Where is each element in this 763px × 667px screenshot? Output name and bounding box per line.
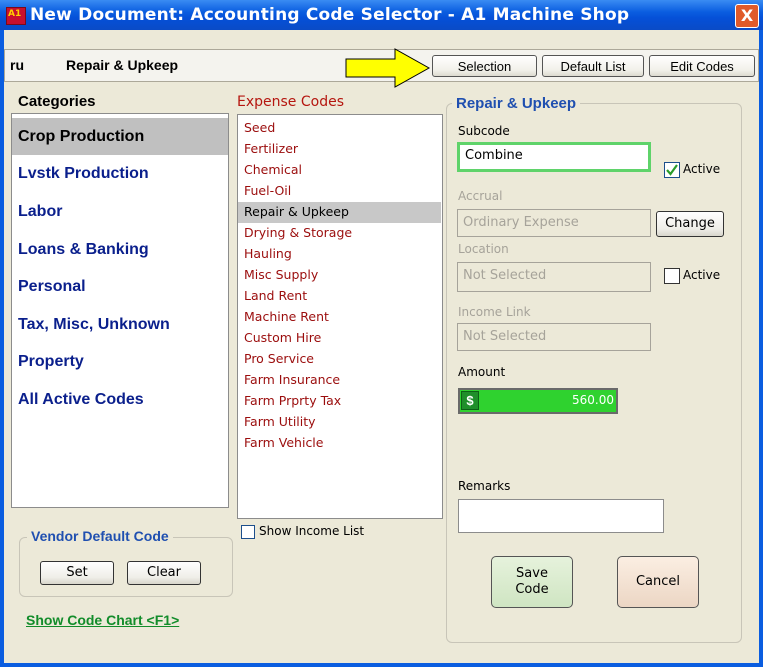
amount-label: Amount	[458, 365, 506, 379]
dollar-icon: $	[461, 391, 479, 410]
clear-button[interactable]: Clear	[127, 561, 201, 585]
categories-heading: Categories	[18, 93, 96, 110]
show-income-checkbox[interactable]	[241, 525, 255, 539]
expense-code-item[interactable]: Chemical	[238, 160, 441, 181]
expense-codes-heading: Expense Codes	[237, 94, 344, 110]
current-code-label: Repair & Upkeep	[66, 57, 179, 73]
save-code-button[interactable]: Save Code	[491, 556, 573, 608]
default-list-button[interactable]: Default List	[542, 55, 644, 77]
expense-code-item[interactable]: Custom Hire	[238, 328, 441, 349]
expense-code-item[interactable]: Farm Prprty Tax	[238, 391, 441, 412]
current-code: ru	[10, 57, 24, 73]
location-label: Location	[458, 242, 509, 256]
expense-code-item[interactable]: Drying & Storage	[238, 223, 441, 244]
expense-code-item[interactable]: Farm Utility	[238, 412, 441, 433]
set-button[interactable]: Set	[40, 561, 114, 585]
close-icon[interactable]: X	[735, 4, 759, 28]
amount-value: 560.00	[572, 393, 614, 407]
expense-code-item[interactable]: Fuel-Oil	[238, 181, 441, 202]
show-income-label: Show Income List	[259, 524, 365, 538]
location-active-checkbox[interactable]	[664, 268, 680, 284]
detail-title: Repair & Upkeep	[452, 95, 581, 112]
expense-code-item[interactable]: Land Rent	[238, 286, 441, 307]
category-item[interactable]: Loans & Banking	[12, 231, 228, 268]
expense-code-item[interactable]: Repair & Upkeep	[238, 202, 441, 223]
save-code-line1: Save	[516, 566, 548, 581]
arrow-right-icon	[345, 48, 431, 88]
location-active-label: Active	[683, 268, 721, 282]
category-item[interactable]: Labor	[12, 193, 228, 230]
window-title: New Document: Accounting Code Selector -…	[30, 5, 630, 25]
remarks-label: Remarks	[458, 479, 511, 493]
subcode-field[interactable]: Combine	[457, 142, 651, 172]
expense-code-item[interactable]: Farm Insurance	[238, 370, 441, 391]
category-item[interactable]: Personal	[12, 268, 228, 305]
category-item[interactable]: Crop Production	[12, 118, 228, 155]
cancel-button[interactable]: Cancel	[617, 556, 699, 608]
remarks-field[interactable]	[458, 499, 664, 533]
change-button[interactable]: Change	[656, 211, 724, 237]
app-icon: A1	[6, 7, 26, 25]
expense-code-item[interactable]: Misc Supply	[238, 265, 441, 286]
subcode-active-checkbox[interactable]	[664, 162, 680, 178]
category-item[interactable]: All Active Codes	[12, 381, 228, 418]
accrual-label: Accrual	[458, 189, 503, 203]
save-code-line2: Code	[515, 582, 549, 597]
expense-code-item[interactable]: Machine Rent	[238, 307, 441, 328]
income-link-field: Not Selected	[457, 323, 651, 351]
checkmark-icon	[666, 164, 678, 176]
expense-code-item[interactable]: Farm Vehicle	[238, 433, 441, 454]
title-bar: A1 New Document: Accounting Code Selecto…	[0, 0, 763, 30]
edit-codes-button[interactable]: Edit Codes	[649, 55, 755, 77]
accrual-field: Ordinary Expense	[457, 209, 651, 237]
expense-code-item[interactable]: Fertilizer	[238, 139, 441, 160]
expense-code-item[interactable]: Pro Service	[238, 349, 441, 370]
subcode-active-label: Active	[683, 162, 721, 176]
expense-code-item[interactable]: Seed	[238, 118, 441, 139]
expense-code-item[interactable]: Hauling	[238, 244, 441, 265]
subcode-label: Subcode	[458, 124, 510, 138]
income-link-label: Income Link	[458, 305, 531, 319]
vendor-default-title: Vendor Default Code	[27, 528, 173, 544]
selection-button[interactable]: Selection	[432, 55, 537, 77]
category-item[interactable]: Property	[12, 343, 228, 380]
category-item[interactable]: Lvstk Production	[12, 155, 228, 192]
show-code-chart-link[interactable]: Show Code Chart <F1>	[26, 612, 179, 628]
location-field: Not Selected	[457, 262, 651, 292]
category-item[interactable]: Tax, Misc, Unknown	[12, 306, 228, 343]
